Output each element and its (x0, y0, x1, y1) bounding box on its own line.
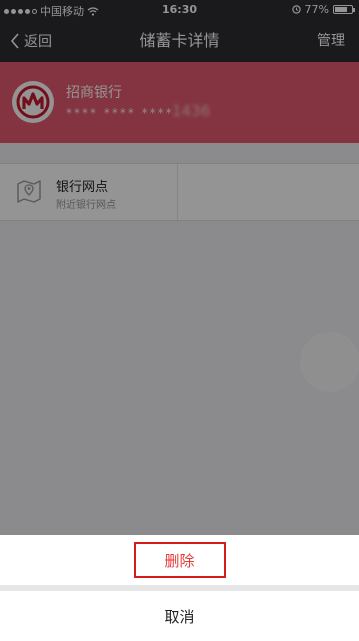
delete-option[interactable]: 删除 (0, 535, 359, 585)
screen: 中国移动 16:30 77% 返回 储蓄卡详情 管理 招商银行 **** ***… (0, 0, 359, 641)
cancel-label: 取消 (164, 607, 195, 626)
delete-button[interactable]: 删除 (133, 542, 226, 578)
delete-label: 删除 (164, 551, 195, 570)
action-sheet: 删除 取消 (0, 535, 359, 641)
cancel-button[interactable]: 取消 (0, 591, 359, 641)
